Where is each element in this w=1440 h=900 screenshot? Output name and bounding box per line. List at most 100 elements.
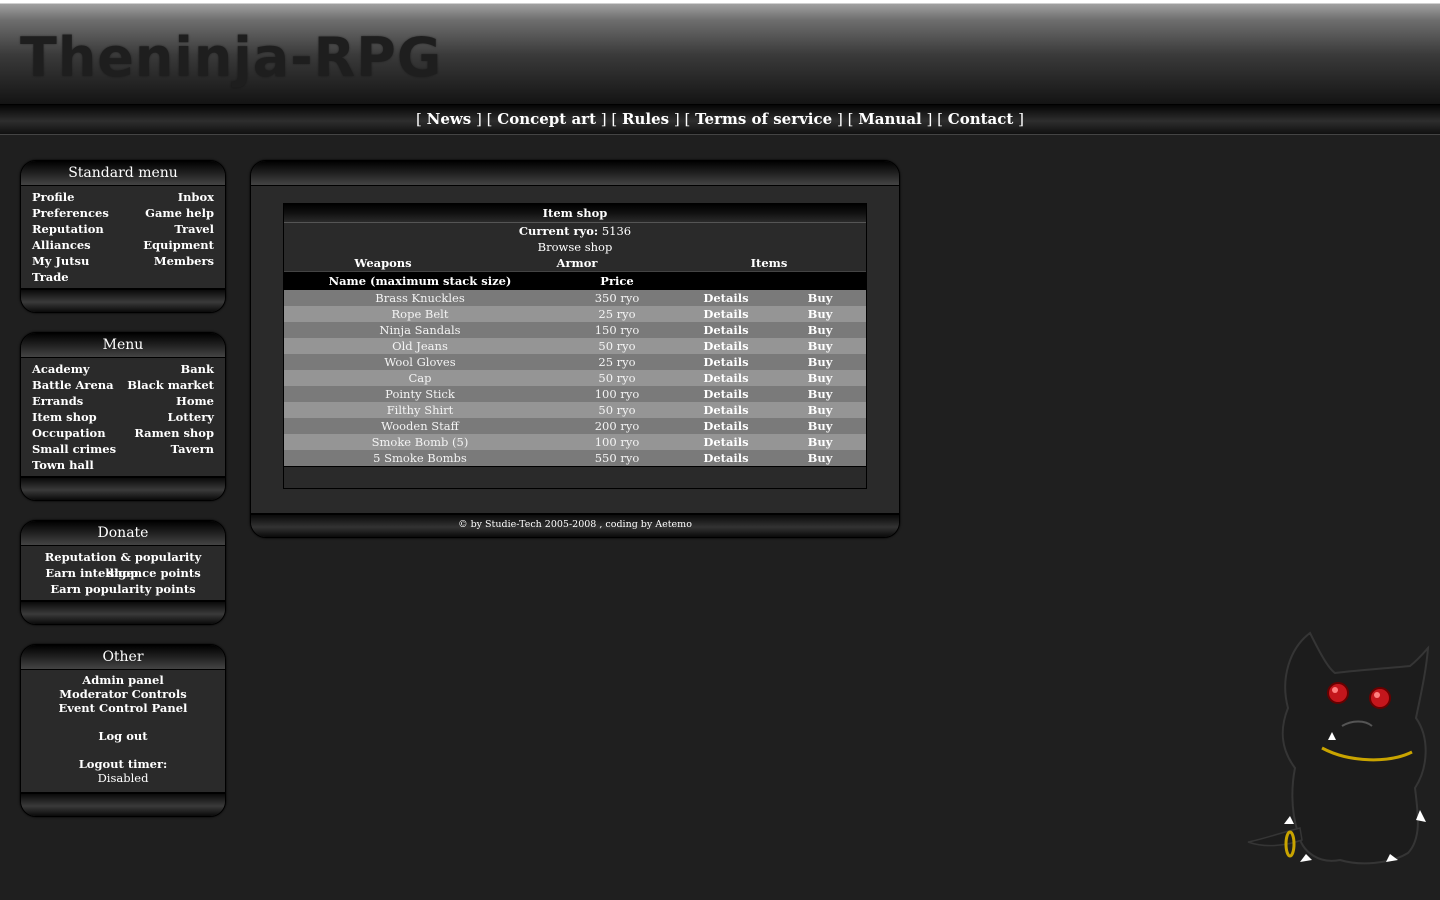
item-price: 200 ryo [594,419,640,433]
menu-link-travel[interactable]: Travel [174,221,214,237]
box-footer [21,600,225,624]
menu-link-game-help[interactable]: Game help [145,205,214,221]
table-row: 5 Smoke Bombs 550 ryo Details Buy [284,450,866,466]
buy-link[interactable]: Buy [774,306,866,322]
table-header: Name (maximum stack size) Price [284,271,866,290]
item-name: Cap [408,371,432,385]
buy-link[interactable]: Buy [774,354,866,370]
details-link[interactable]: Details [678,418,774,434]
ryo-label: Current ryo: [518,224,599,238]
menu-link-bank[interactable]: Bank [180,361,214,377]
table-row: Old Jeans 50 ryo Details Buy [284,338,866,354]
details-link[interactable]: Details [678,354,774,370]
details-link[interactable]: Details [678,306,774,322]
nav-manual[interactable]: Manual [858,110,922,128]
menu-link-members[interactable]: Members [154,253,214,269]
column-name: Name (maximum stack size) [328,274,512,288]
menu-link-black-market[interactable]: Black market [127,377,214,393]
ninja-cat-mascot [1247,631,1430,865]
menu-link-home[interactable]: Home [176,393,214,409]
item-price: 100 ryo [594,387,640,401]
table-row: Smoke Bomb (5) 100 ryo Details Buy [284,434,866,450]
buy-link[interactable]: Buy [774,322,866,338]
site-logo[interactable]: Theninja-RPG [20,26,442,89]
buy-link[interactable]: Buy [774,370,866,386]
details-link[interactable]: Details [678,450,774,466]
item-price: 50 ryo [598,403,636,417]
standard-menu-title: Standard menu [21,161,225,186]
item-price: 550 ryo [594,451,640,465]
menu-link-tavern[interactable]: Tavern [171,441,214,457]
menu-link-my-jutsu[interactable]: My Jutsu [32,253,89,269]
menu-link-item-shop[interactable]: Item shop [32,409,97,425]
menu-link-battle-arena[interactable]: Battle Arena [32,377,114,393]
copyright-footer: © by Studie-Tech 2005-2008 , coding by A… [251,513,899,537]
menu-link-academy[interactable]: Academy [32,361,90,377]
item-name: Pointy Stick [385,387,455,401]
nav-concept-art[interactable]: Concept art [497,110,596,128]
buy-link[interactable]: Buy [774,418,866,434]
details-link[interactable]: Details [678,402,774,418]
donate-link-popularity[interactable]: Earn popularity points [50,582,195,596]
item-name: Filthy Shirt [386,403,454,417]
buy-link[interactable]: Buy [774,402,866,418]
menu-link-preferences[interactable]: Preferences [32,205,109,221]
box-footer [21,476,225,500]
details-link[interactable]: Details [678,386,774,402]
menu-box: Menu Academy Bank Battle Arena Black marke… [20,332,226,501]
tab-items[interactable]: Items [672,255,866,271]
menu-link-ramen-shop[interactable]: Ramen shop [134,425,214,441]
other-link-event-control-panel[interactable]: Event Control Panel [59,701,188,715]
main-panel-header [251,161,899,186]
table-row: Pointy Stick 100 ryo Details Buy [284,386,866,402]
other-link-moderator-controls[interactable]: Moderator Controls [59,687,186,701]
table-row: Wooden Staff 200 ryo Details Buy [284,418,866,434]
nav-terms-of-service[interactable]: Terms of service [695,110,832,128]
tab-weapons[interactable]: Weapons [284,255,482,271]
buy-link[interactable]: Buy [774,290,866,306]
buy-link[interactable]: Buy [774,386,866,402]
table-row: Filthy Shirt 50 ryo Details Buy [284,402,866,418]
details-link[interactable]: Details [678,370,774,386]
details-link[interactable]: Details [678,290,774,306]
table-row: Brass Knuckles 350 ryo Details Buy [284,290,866,306]
item-name: Wool Gloves [384,355,456,369]
buy-link[interactable]: Buy [774,434,866,450]
main-panel: Item shop Current ryo: 5136 Browse shop … [250,160,900,538]
menu-link-reputation[interactable]: Reputation [32,221,104,237]
item-price: 100 ryo [594,435,640,449]
other-title: Other [21,645,225,670]
nav-contact[interactable]: Contact [948,110,1014,128]
other-box: Other Admin panel Moderator Controls Eve… [20,644,226,817]
menu-link-errands[interactable]: Errands [32,393,83,409]
menu-link-inbox[interactable]: Inbox [178,189,214,205]
menu-link-trade[interactable]: Trade [32,269,69,285]
item-shop-table: Item shop Current ryo: 5136 Browse shop … [283,203,867,489]
donate-title: Donate [21,521,225,546]
ryo-value: 5136 [601,224,632,238]
other-link-admin-panel[interactable]: Admin panel [82,673,163,687]
menu-link-profile[interactable]: Profile [32,189,74,205]
details-link[interactable]: Details [678,322,774,338]
table-row: Ninja Sandals 150 ryo Details Buy [284,322,866,338]
top-nav: [ News ] [ Concept art ] [ Rules ] [ Ter… [0,104,1440,135]
nav-news[interactable]: News [427,110,472,128]
menu-link-small-crimes[interactable]: Small crimes [32,441,116,457]
tab-armor[interactable]: Armor [482,255,672,271]
menu-link-equipment[interactable]: Equipment [143,237,214,253]
buy-link[interactable]: Buy [774,338,866,354]
item-name: Old Jeans [392,339,448,353]
logout-link[interactable]: Log out [98,729,147,743]
item-name: Ninja Sandals [379,323,461,337]
menu-link-alliances[interactable]: Alliances [32,237,91,253]
details-link[interactable]: Details [678,338,774,354]
buy-link[interactable]: Buy [774,450,866,466]
details-link[interactable]: Details [678,434,774,450]
menu-link-occupation[interactable]: Occupation [32,425,106,441]
item-price: 25 ryo [598,355,636,369]
nav-rules[interactable]: Rules [622,110,669,128]
menu-link-town-hall[interactable]: Town hall [32,457,94,473]
browse-shop-label: Browse shop [537,240,613,254]
menu-link-lottery[interactable]: Lottery [168,409,214,425]
donate-link-intelligence[interactable]: Earn intelligence points [45,566,200,580]
